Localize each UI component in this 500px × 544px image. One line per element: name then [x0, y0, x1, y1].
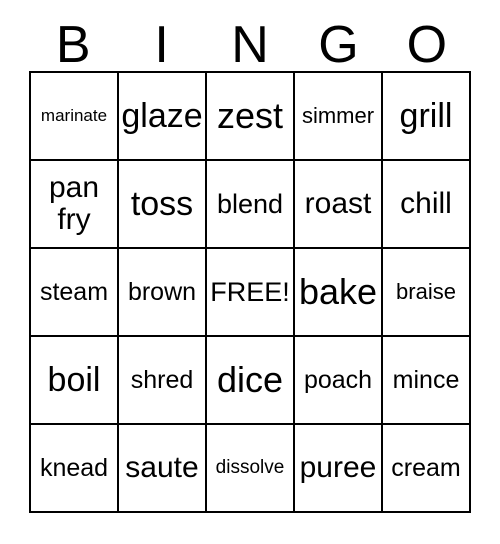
bingo-cell-label: mince	[392, 365, 460, 394]
bingo-cell-label: zest	[216, 94, 284, 136]
bingo-grid: marinate glaze zest simmer grill pan fry toss b…	[29, 71, 471, 513]
bingo-card: B I N G O marinate glaze zest simmer grill pa…	[0, 0, 500, 544]
bingo-cell-label: chill	[400, 187, 452, 221]
header-letter-o: O	[406, 16, 448, 74]
bingo-cell[interactable]: shred	[119, 337, 207, 425]
bingo-cell-label: boil	[47, 360, 101, 399]
header-letter-n: N	[231, 16, 269, 74]
bingo-cell-label: brown	[127, 277, 197, 306]
bingo-header-row: B I N G O	[29, 12, 471, 71]
bingo-cell-label: bake	[298, 270, 378, 312]
bingo-cell-label: roast	[304, 187, 372, 221]
bingo-cell-label: dice	[216, 358, 284, 400]
bingo-cell[interactable]: bake	[295, 249, 383, 337]
bingo-cell[interactable]: roast	[295, 161, 383, 249]
bingo-cell[interactable]: dissolve	[207, 425, 295, 513]
bingo-cell[interactable]: dice	[207, 337, 295, 425]
bingo-free-space[interactable]: FREE!	[207, 249, 295, 337]
bingo-cell[interactable]: poach	[295, 337, 383, 425]
bingo-cell[interactable]: glaze	[119, 73, 207, 161]
bingo-cell[interactable]: knead	[31, 425, 119, 513]
bingo-cell[interactable]: chill	[383, 161, 471, 249]
bingo-cell-label: pan fry	[48, 171, 100, 236]
bingo-cell[interactable]: steam	[31, 249, 119, 337]
bingo-cell-label: marinate	[40, 105, 108, 125]
bingo-cell[interactable]: marinate	[31, 73, 119, 161]
bingo-cell[interactable]: blend	[207, 161, 295, 249]
bingo-cell-label: simmer	[301, 103, 375, 129]
bingo-cell-label: puree	[299, 451, 377, 485]
bingo-cell-label: cream	[391, 453, 461, 482]
bingo-cell-label: dissolve	[215, 456, 285, 478]
bingo-cell[interactable]: pan fry	[31, 161, 119, 249]
bingo-cell[interactable]: saute	[119, 425, 207, 513]
bingo-cell[interactable]: boil	[31, 337, 119, 425]
bingo-cell-label: shred	[130, 365, 194, 394]
bingo-cell[interactable]: cream	[383, 425, 471, 513]
header-letter-b: B	[55, 16, 91, 74]
bingo-cell-label: grill	[399, 96, 453, 135]
bingo-cell-label: glaze	[121, 96, 203, 135]
bingo-cell[interactable]: brown	[119, 249, 207, 337]
bingo-cell[interactable]: braise	[383, 249, 471, 337]
bingo-cell-label: poach	[303, 365, 373, 394]
bingo-cell-label: saute	[125, 451, 199, 485]
bingo-cell[interactable]: simmer	[295, 73, 383, 161]
bingo-cell[interactable]: toss	[119, 161, 207, 249]
bingo-cell[interactable]: grill	[383, 73, 471, 161]
bingo-cell[interactable]: mince	[383, 337, 471, 425]
header-letter-i: I	[154, 16, 169, 74]
bingo-cell-label: knead	[39, 453, 109, 482]
bingo-cell-label: steam	[39, 277, 109, 306]
bingo-cell[interactable]: puree	[295, 425, 383, 513]
bingo-cell[interactable]: zest	[207, 73, 295, 161]
bingo-cell-label: blend	[216, 188, 284, 219]
bingo-cell-label: FREE!	[210, 276, 290, 307]
bingo-cell-label: toss	[130, 184, 194, 223]
header-letter-g: G	[318, 16, 359, 74]
bingo-cell-label: braise	[396, 279, 456, 305]
